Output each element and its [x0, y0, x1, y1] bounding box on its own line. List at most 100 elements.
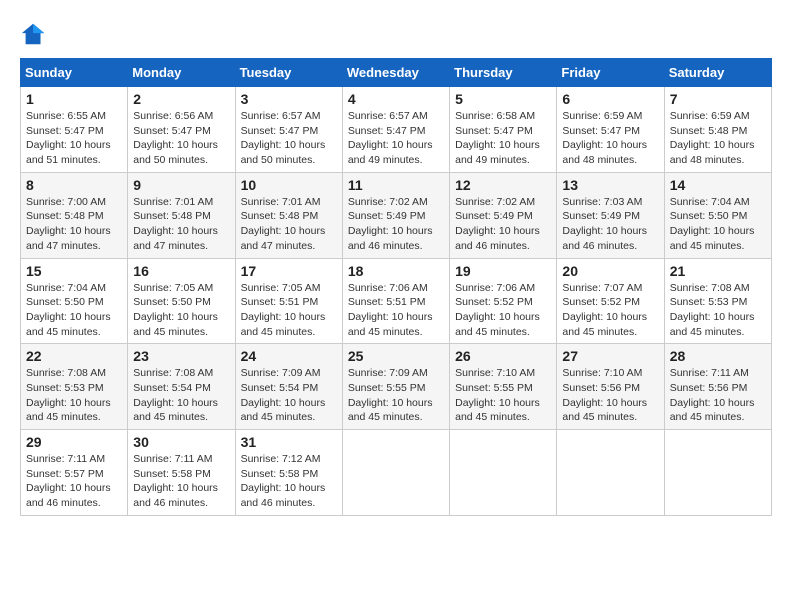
day-number: 8	[26, 177, 122, 193]
day-info: Sunrise: 7:05 AMSunset: 5:50 PMDaylight:…	[133, 281, 229, 340]
day-number: 24	[241, 348, 337, 364]
calendar-week-row: 8 Sunrise: 7:00 AMSunset: 5:48 PMDaylight…	[21, 172, 772, 258]
day-info: Sunrise: 7:00 AMSunset: 5:48 PMDaylight:…	[26, 195, 122, 254]
logo-icon	[20, 20, 48, 48]
calendar-cell: 19 Sunrise: 7:06 AMSunset: 5:52 PMDayligh…	[450, 258, 557, 344]
calendar-week-row: 22 Sunrise: 7:08 AMSunset: 5:53 PMDayligh…	[21, 344, 772, 430]
calendar-cell: 20 Sunrise: 7:07 AMSunset: 5:52 PMDayligh…	[557, 258, 664, 344]
day-info: Sunrise: 7:09 AMSunset: 5:55 PMDaylight:…	[348, 366, 444, 425]
logo	[20, 20, 50, 48]
calendar-cell: 16 Sunrise: 7:05 AMSunset: 5:50 PMDayligh…	[128, 258, 235, 344]
day-info: Sunrise: 7:04 AMSunset: 5:50 PMDaylight:…	[26, 281, 122, 340]
calendar-cell: 6 Sunrise: 6:59 AMSunset: 5:47 PMDaylight…	[557, 87, 664, 173]
calendar-cell: 8 Sunrise: 7:00 AMSunset: 5:48 PMDaylight…	[21, 172, 128, 258]
day-info: Sunrise: 7:02 AMSunset: 5:49 PMDaylight:…	[348, 195, 444, 254]
calendar-cell: 10 Sunrise: 7:01 AMSunset: 5:48 PMDayligh…	[235, 172, 342, 258]
day-number: 6	[562, 91, 658, 107]
calendar-cell: 21 Sunrise: 7:08 AMSunset: 5:53 PMDayligh…	[664, 258, 771, 344]
calendar-cell	[342, 430, 449, 516]
day-number: 14	[670, 177, 766, 193]
day-info: Sunrise: 6:58 AMSunset: 5:47 PMDaylight:…	[455, 109, 551, 168]
calendar-table: SundayMondayTuesdayWednesdayThursdayFrid…	[20, 58, 772, 516]
calendar-cell: 13 Sunrise: 7:03 AMSunset: 5:49 PMDayligh…	[557, 172, 664, 258]
day-info: Sunrise: 7:05 AMSunset: 5:51 PMDaylight:…	[241, 281, 337, 340]
calendar-cell: 9 Sunrise: 7:01 AMSunset: 5:48 PMDaylight…	[128, 172, 235, 258]
calendar-cell: 4 Sunrise: 6:57 AMSunset: 5:47 PMDaylight…	[342, 87, 449, 173]
day-number: 2	[133, 91, 229, 107]
calendar-cell: 14 Sunrise: 7:04 AMSunset: 5:50 PMDayligh…	[664, 172, 771, 258]
day-number: 25	[348, 348, 444, 364]
day-info: Sunrise: 7:09 AMSunset: 5:54 PMDaylight:…	[241, 366, 337, 425]
day-number: 21	[670, 263, 766, 279]
day-number: 11	[348, 177, 444, 193]
calendar-cell: 3Sunrise: 6:57 AMSunset: 5:47 PMDaylight…	[235, 87, 342, 173]
calendar-weekday-saturday: Saturday	[664, 59, 771, 87]
day-info: Sunrise: 6:59 AMSunset: 5:48 PMDaylight:…	[670, 109, 766, 168]
calendar-cell: 5 Sunrise: 6:58 AMSunset: 5:47 PMDaylight…	[450, 87, 557, 173]
calendar-cell: 22 Sunrise: 7:08 AMSunset: 5:53 PMDayligh…	[21, 344, 128, 430]
day-info: Sunrise: 7:08 AMSunset: 5:53 PMDaylight:…	[26, 366, 122, 425]
calendar-cell: 29Sunrise: 7:11 AMSunset: 5:57 PMDayligh…	[21, 430, 128, 516]
calendar-cell: 23 Sunrise: 7:08 AMSunset: 5:54 PMDayligh…	[128, 344, 235, 430]
calendar-week-row: 29Sunrise: 7:11 AMSunset: 5:57 PMDayligh…	[21, 430, 772, 516]
day-info: Sunrise: 7:01 AMSunset: 5:48 PMDaylight:…	[241, 195, 337, 254]
day-info: Sunrise: 7:01 AMSunset: 5:48 PMDaylight:…	[133, 195, 229, 254]
day-info: Sunrise: 7:04 AMSunset: 5:50 PMDaylight:…	[670, 195, 766, 254]
day-number: 17	[241, 263, 337, 279]
calendar-cell: 1 Sunrise: 6:55 AMSunset: 5:47 PMDaylight…	[21, 87, 128, 173]
calendar-weekday-sunday: Sunday	[21, 59, 128, 87]
calendar-cell: 15Sunrise: 7:04 AMSunset: 5:50 PMDayligh…	[21, 258, 128, 344]
page-header	[20, 20, 772, 48]
day-number: 20	[562, 263, 658, 279]
day-info: Sunrise: 7:02 AMSunset: 5:49 PMDaylight:…	[455, 195, 551, 254]
calendar-cell	[664, 430, 771, 516]
day-number: 23	[133, 348, 229, 364]
calendar-cell: 27Sunrise: 7:10 AMSunset: 5:56 PMDayligh…	[557, 344, 664, 430]
day-info: Sunrise: 7:12 AMSunset: 5:58 PMDaylight:…	[241, 452, 337, 511]
day-number: 16	[133, 263, 229, 279]
calendar-weekday-monday: Monday	[128, 59, 235, 87]
calendar-cell: 17 Sunrise: 7:05 AMSunset: 5:51 PMDayligh…	[235, 258, 342, 344]
day-number: 9	[133, 177, 229, 193]
calendar-weekday-wednesday: Wednesday	[342, 59, 449, 87]
calendar-weekday-friday: Friday	[557, 59, 664, 87]
day-info: Sunrise: 6:59 AMSunset: 5:47 PMDaylight:…	[562, 109, 658, 168]
calendar-header-row: SundayMondayTuesdayWednesdayThursdayFrid…	[21, 59, 772, 87]
day-number: 30	[133, 434, 229, 450]
day-number: 29	[26, 434, 122, 450]
day-info: Sunrise: 6:55 AMSunset: 5:47 PMDaylight:…	[26, 109, 122, 168]
calendar-cell	[557, 430, 664, 516]
day-number: 3	[241, 91, 337, 107]
day-info: Sunrise: 6:57 AMSunset: 5:47 PMDaylight:…	[348, 109, 444, 168]
calendar-week-row: 15Sunrise: 7:04 AMSunset: 5:50 PMDayligh…	[21, 258, 772, 344]
day-info: Sunrise: 7:08 AMSunset: 5:53 PMDaylight:…	[670, 281, 766, 340]
calendar-cell: 25 Sunrise: 7:09 AMSunset: 5:55 PMDayligh…	[342, 344, 449, 430]
day-info: Sunrise: 7:07 AMSunset: 5:52 PMDaylight:…	[562, 281, 658, 340]
calendar-week-row: 1 Sunrise: 6:55 AMSunset: 5:47 PMDaylight…	[21, 87, 772, 173]
calendar-cell: 11 Sunrise: 7:02 AMSunset: 5:49 PMDayligh…	[342, 172, 449, 258]
day-number: 5	[455, 91, 551, 107]
calendar-weekday-thursday: Thursday	[450, 59, 557, 87]
day-number: 22	[26, 348, 122, 364]
day-number: 13	[562, 177, 658, 193]
day-number: 19	[455, 263, 551, 279]
day-info: Sunrise: 7:03 AMSunset: 5:49 PMDaylight:…	[562, 195, 658, 254]
calendar-cell: 18 Sunrise: 7:06 AMSunset: 5:51 PMDayligh…	[342, 258, 449, 344]
day-number: 10	[241, 177, 337, 193]
calendar-weekday-tuesday: Tuesday	[235, 59, 342, 87]
day-number: 27	[562, 348, 658, 364]
day-number: 31	[241, 434, 337, 450]
day-number: 1	[26, 91, 122, 107]
calendar-cell: 31 Sunrise: 7:12 AMSunset: 5:58 PMDayligh…	[235, 430, 342, 516]
day-info: Sunrise: 7:08 AMSunset: 5:54 PMDaylight:…	[133, 366, 229, 425]
calendar-cell: 30Sunrise: 7:11 AMSunset: 5:58 PMDayligh…	[128, 430, 235, 516]
day-info: Sunrise: 7:06 AMSunset: 5:52 PMDaylight:…	[455, 281, 551, 340]
day-number: 26	[455, 348, 551, 364]
day-info: Sunrise: 7:06 AMSunset: 5:51 PMDaylight:…	[348, 281, 444, 340]
day-number: 4	[348, 91, 444, 107]
calendar-cell	[450, 430, 557, 516]
calendar-cell: 26Sunrise: 7:10 AMSunset: 5:55 PMDayligh…	[450, 344, 557, 430]
calendar-cell: 7Sunrise: 6:59 AMSunset: 5:48 PMDaylight…	[664, 87, 771, 173]
calendar-cell: 12Sunrise: 7:02 AMSunset: 5:49 PMDayligh…	[450, 172, 557, 258]
day-number: 18	[348, 263, 444, 279]
